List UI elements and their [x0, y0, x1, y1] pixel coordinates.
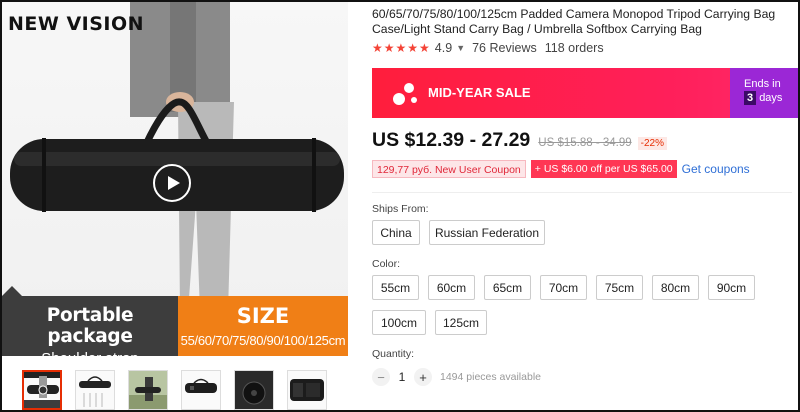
- sale-banner: MID-YEAR SALE Ends in 3 days: [372, 68, 798, 118]
- color-option-100cm[interactable]: 100cm: [372, 310, 426, 335]
- sale-ends-in: Ends in: [744, 78, 781, 90]
- play-icon: [167, 176, 180, 190]
- reviews-link[interactable]: 76 Reviews: [472, 41, 537, 55]
- color-option-70cm[interactable]: 70cm: [540, 275, 587, 300]
- color-option-60cm[interactable]: 60cm: [428, 275, 475, 300]
- thumbnail-2[interactable]: [75, 370, 115, 410]
- banner-portable: Portable package Shoulder strap: [2, 286, 178, 367]
- thumbnail-4[interactable]: [181, 370, 221, 410]
- sale-days-label: days: [759, 92, 783, 104]
- color-option-125cm[interactable]: 125cm: [435, 310, 487, 335]
- rating-row: ★★★★★ 4.9 ▼ 76 Reviews 118 orders: [372, 41, 604, 55]
- get-coupons-link[interactable]: Get coupons: [682, 162, 750, 176]
- original-price: US $15.88 - 34.99: [538, 137, 632, 149]
- chevron-down-icon[interactable]: ▼: [456, 43, 465, 53]
- color-option-55cm[interactable]: 55cm: [372, 275, 419, 300]
- ship-option-china[interactable]: China: [372, 220, 420, 245]
- thumbnail-image: [235, 371, 273, 409]
- product-title: 60/65/70/75/80/100/125cm Padded Camera M…: [372, 7, 776, 36]
- coupon-row: 129,77 руб. New User Coupon + US $6.00 o…: [372, 160, 750, 178]
- color-option-90cm[interactable]: 90cm: [708, 275, 755, 300]
- thumbnail-image: [290, 379, 324, 401]
- sale-label: MID-YEAR SALE: [428, 85, 531, 100]
- current-price: US $12.39 - 27.29: [372, 129, 531, 151]
- orders-count: 118 orders: [544, 41, 604, 55]
- new-user-coupon[interactable]: 129,77 руб. New User Coupon: [372, 160, 526, 178]
- discount-badge: -22%: [637, 137, 667, 150]
- thumbnail-image: [185, 378, 217, 393]
- color-option-80cm[interactable]: 80cm: [652, 275, 699, 300]
- ships-from-label: Ships From:: [372, 203, 429, 215]
- quantity-minus-button[interactable]: −: [372, 368, 390, 386]
- sale-days-count: 3: [744, 91, 757, 105]
- quantity-label: Quantity:: [372, 348, 415, 360]
- sale-bubbles-icon: [393, 83, 417, 105]
- brand-logo-text: NEW VISION: [8, 13, 145, 35]
- rating-score: 4.9: [434, 41, 453, 55]
- ship-option-russia[interactable]: Russian Federation: [429, 220, 545, 245]
- promo-banner: Portable package Shoulder strap SIZE 55/…: [2, 286, 348, 367]
- thumbnail-strip: [22, 370, 327, 410]
- banner-size-list: 55/60/70/75/80/90/100/125cm: [180, 333, 346, 348]
- price-row: US $12.39 - 27.29 US $15.88 - 34.99 -22%: [372, 129, 667, 152]
- banner-size: SIZE 55/60/70/75/80/90/100/125cm: [178, 296, 348, 356]
- thumbnail-image: [24, 372, 60, 408]
- thumbnail-3[interactable]: [128, 370, 168, 410]
- color-label: Color:: [372, 258, 401, 270]
- banner-size-heading: SIZE: [236, 304, 290, 328]
- stock-available: 1494 pieces available: [440, 371, 541, 383]
- thumbnail-6[interactable]: [287, 370, 327, 410]
- quantity-stepper: − 1 + 1494 pieces available: [372, 368, 541, 386]
- play-video-button[interactable]: [153, 164, 191, 202]
- thumbnail-image: [129, 371, 167, 409]
- color-option-65cm[interactable]: 65cm: [484, 275, 531, 300]
- quantity-plus-button[interactable]: +: [414, 368, 432, 386]
- star-rating-icon: ★★★★★: [372, 41, 431, 55]
- thumbnail-1[interactable]: [22, 370, 62, 410]
- banner-title: Portable package: [46, 305, 134, 347]
- color-option-75cm[interactable]: 75cm: [596, 275, 643, 300]
- quantity-value[interactable]: 1: [390, 370, 414, 384]
- product-gallery: NEW VISION Portable package Shoulder str…: [2, 2, 348, 410]
- divider: [372, 192, 792, 193]
- thumbnail-5[interactable]: [234, 370, 274, 410]
- banner-subtitle: Shoulder strap: [41, 350, 139, 367]
- sale-countdown: Ends in 3 days: [730, 68, 798, 118]
- store-coupon[interactable]: + US $6.00 off per US $65.00: [530, 160, 677, 178]
- thumbnail-image: [79, 376, 111, 407]
